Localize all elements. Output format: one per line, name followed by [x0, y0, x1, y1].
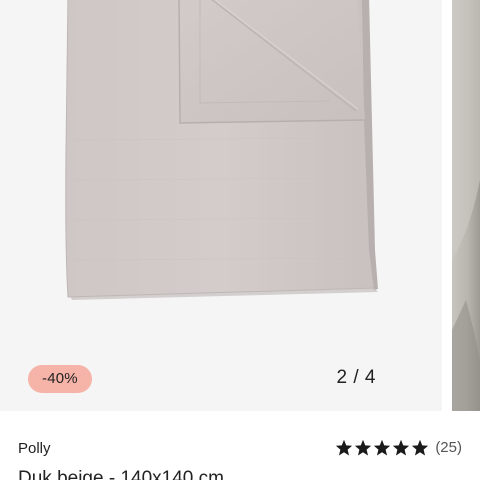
star-icon: [355, 439, 372, 456]
carousel-slide-next[interactable]: [452, 0, 480, 411]
product-title: Duk beige - 140x140 cm: [18, 468, 224, 480]
star-icon: [374, 439, 391, 456]
star-icon: [393, 439, 410, 456]
folded-tablecloth-image: [65, 0, 378, 300]
product-info: Polly (25) Duk beige - 140x140 cm: [0, 411, 480, 480]
next-image-preview: [452, 0, 480, 411]
star-icon: [336, 439, 353, 456]
carousel-slide-current[interactable]: -40% 2 / 4: [0, 0, 442, 411]
product-image-carousel[interactable]: -40% 2 / 4: [0, 0, 480, 411]
brand-name[interactable]: Polly: [18, 440, 51, 457]
product-page: -40% 2 / 4 Polly (25) Duk beige - 140x14…: [0, 0, 480, 480]
rating[interactable]: (25): [335, 439, 462, 456]
slide-counter: 2 / 4: [336, 367, 376, 388]
review-count: (25): [435, 439, 462, 456]
star-icon: [412, 439, 429, 456]
discount-badge: -40%: [28, 365, 92, 393]
